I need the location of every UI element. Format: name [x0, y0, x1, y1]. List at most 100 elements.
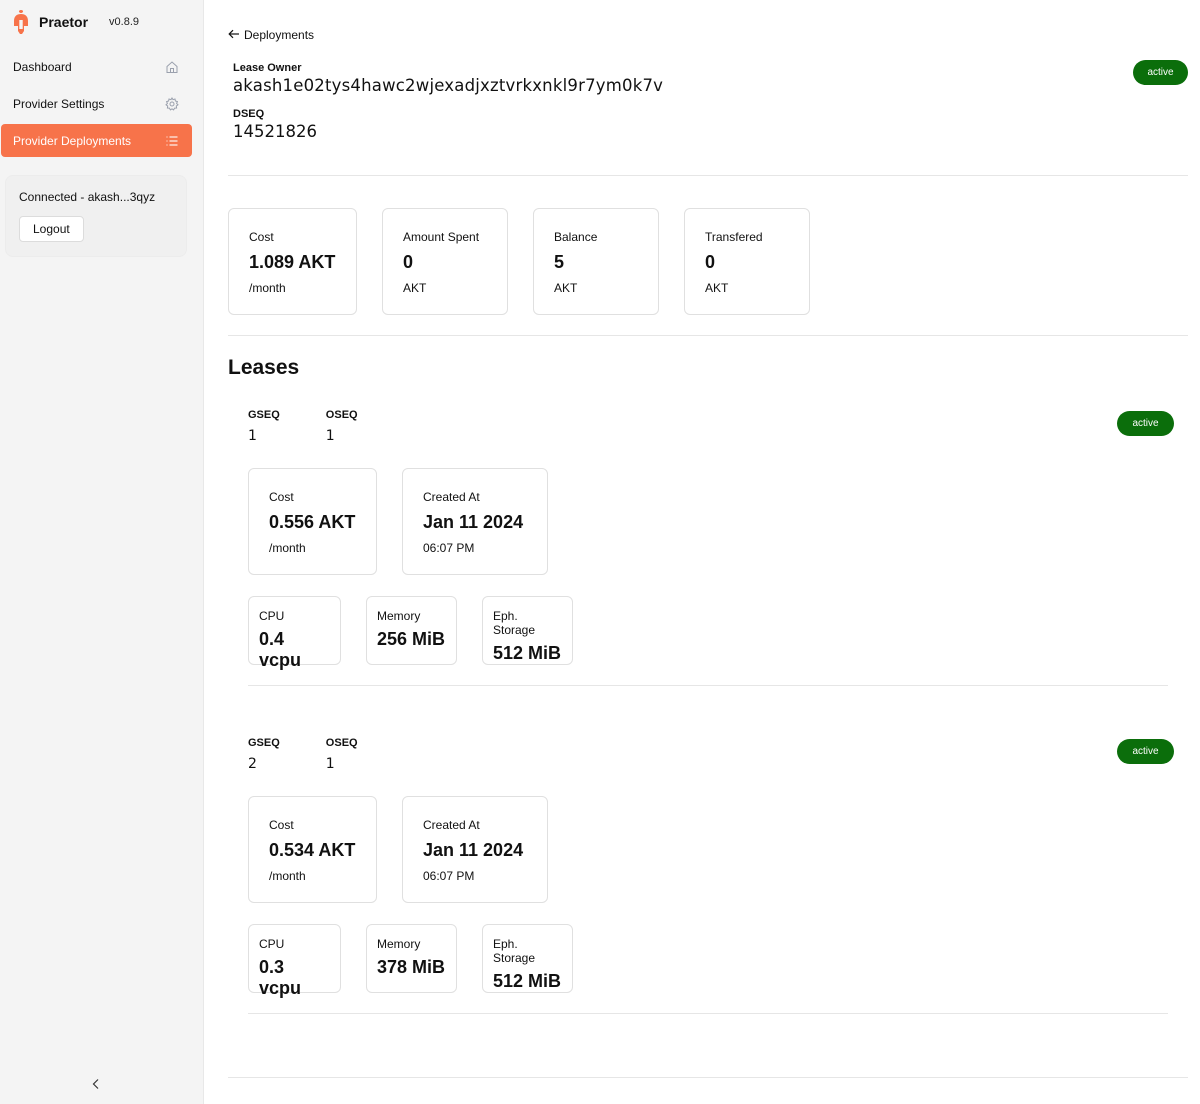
- storage-card: Eph. Storage 512 MiB: [482, 924, 573, 993]
- sidebar-item-label: Provider Settings: [13, 96, 105, 111]
- stat-label: Memory: [377, 609, 421, 623]
- stat-unit: /month: [269, 541, 306, 555]
- sidebar-item-label: Provider Deployments: [13, 133, 132, 148]
- stat-value: 0.3 vcpu: [259, 957, 302, 998]
- logout-button[interactable]: Logout: [19, 216, 84, 242]
- gseq-label: GSEQ: [248, 409, 280, 421]
- back-to-deployments-link[interactable]: Deployments: [228, 28, 314, 42]
- lease-item: GSEQ 2 OSEQ 1 active Cost 0.534 AKT /mon…: [228, 737, 1188, 1014]
- lease-summary-cards: Cost 0.556 AKT /month Created At Jan 11 …: [248, 468, 1188, 575]
- deployment-status-badge: active: [1133, 60, 1188, 85]
- stat-card-amount-spent: Amount Spent 0 AKT: [382, 208, 508, 315]
- stat-value: Jan 11 2024: [423, 840, 524, 860]
- app-name: Praetor: [39, 14, 89, 30]
- sidebar-item-label: Dashboard: [13, 59, 72, 74]
- storage-card: Eph. Storage 512 MiB: [482, 596, 573, 665]
- gseq-block: GSEQ 1: [248, 409, 280, 444]
- lease-owner-label: Lease Owner: [233, 62, 302, 74]
- dseq-label: DSEQ: [233, 108, 265, 120]
- stat-value: 0.4 vcpu: [259, 629, 302, 670]
- connected-status: Connected - akash...3qyz: [19, 190, 156, 204]
- spartan-helmet-logo-icon: [12, 9, 30, 35]
- oseq-label: OSEQ: [325, 737, 358, 749]
- stat-card-cost: Cost 1.089 AKT /month: [228, 208, 357, 315]
- oseq-value: 1: [325, 756, 335, 772]
- stat-label: Cost: [269, 818, 294, 832]
- collapse-sidebar-button[interactable]: [88, 1078, 104, 1094]
- gear-icon: [165, 96, 179, 111]
- lease-summary-cards: Cost 0.534 AKT /month Created At Jan 11 …: [248, 796, 1188, 903]
- divider: [228, 175, 1188, 176]
- back-link-label: Deployments: [244, 28, 315, 42]
- sidebar-item-provider-deployments[interactable]: Provider Deployments: [1, 124, 192, 157]
- divider: [228, 1077, 1188, 1078]
- gseq-block: GSEQ 2: [248, 737, 280, 772]
- lease-owner-value: akash1e02tys4hawc2wjexadjxztvrkxnkl9r7ym…: [233, 76, 664, 95]
- stat-label: Balance: [554, 230, 598, 244]
- stat-label: Transfered: [705, 230, 763, 244]
- stat-label: Amount Spent: [403, 230, 480, 244]
- stat-value: 1.089 AKT: [249, 252, 336, 272]
- divider: [248, 1013, 1168, 1014]
- stat-unit: AKT: [403, 281, 427, 295]
- dseq-value: 14521826: [233, 122, 317, 141]
- deployment-stats: Cost 1.089 AKT /month Amount Spent 0 AKT…: [228, 208, 1188, 315]
- stat-label: Cost: [249, 230, 274, 244]
- gseq-value: 1: [248, 428, 257, 444]
- lease-cost-card: Cost 0.534 AKT /month: [248, 796, 377, 903]
- account-card: Connected - akash...3qyz Logout: [5, 175, 187, 257]
- lease-status-badge: active: [1117, 739, 1174, 764]
- stat-value: 378 MiB: [377, 957, 446, 977]
- deployment-header: Lease Owner akash1e02tys4hawc2wjexadjxzt…: [228, 60, 1188, 175]
- stat-value: 0.534 AKT: [269, 840, 356, 860]
- gseq-value: 2: [248, 756, 257, 772]
- lease-created-card: Created At Jan 11 2024 06:07 PM: [402, 468, 548, 575]
- oseq-block: OSEQ 1: [326, 737, 358, 772]
- stat-label: Eph. Storage: [493, 937, 536, 965]
- arrow-left-icon: [228, 28, 240, 42]
- lease-resource-cards: CPU 0.3 vcpu Memory 378 MiB Eph. Storage…: [248, 924, 1188, 998]
- divider: [228, 335, 1188, 336]
- gseq-label: GSEQ: [248, 737, 280, 749]
- lease-created-card: Created At Jan 11 2024 06:07 PM: [402, 796, 548, 903]
- sidebar-item-dashboard[interactable]: Dashboard: [1, 50, 192, 83]
- home-icon: [165, 60, 179, 74]
- sidebar: Praetor v0.8.9 Dashboard Provider Settin…: [0, 0, 204, 1104]
- lease-resource-cards: CPU 0.4 vcpu Memory 256 MiB Eph. Storage…: [248, 596, 1188, 670]
- app-version: v0.8.9: [109, 16, 139, 28]
- stat-label: Created At: [423, 818, 480, 832]
- sidebar-item-provider-settings[interactable]: Provider Settings: [1, 87, 192, 120]
- stat-card-balance: Balance 5 AKT: [533, 208, 659, 315]
- stat-unit: /month: [249, 281, 286, 295]
- lease-ids: GSEQ 2 OSEQ 1: [248, 737, 1188, 772]
- lease-ids: GSEQ 1 OSEQ 1: [248, 409, 1188, 444]
- stat-unit: AKT: [554, 281, 578, 295]
- app-root: Praetor v0.8.9 Dashboard Provider Settin…: [0, 0, 1200, 1104]
- chevron-left-icon: [91, 1077, 101, 1095]
- stat-label: Eph. Storage: [493, 609, 536, 637]
- stat-value: 5: [554, 252, 565, 272]
- stat-label: CPU: [259, 609, 285, 623]
- stat-card-transfered: Transfered 0 AKT: [684, 208, 810, 315]
- sidebar-nav: Dashboard Provider Settings Provider Dep…: [0, 50, 203, 157]
- oseq-value: 1: [325, 428, 335, 444]
- stat-value: 512 MiB: [493, 971, 562, 991]
- cpu-card: CPU 0.3 vcpu: [248, 924, 341, 998]
- stat-value: Jan 11 2024: [423, 512, 524, 532]
- lease-cost-card: Cost 0.556 AKT /month: [248, 468, 377, 575]
- lease-item: GSEQ 1 OSEQ 1 active Cost 0.556 AKT /mon…: [228, 409, 1188, 686]
- stat-label: Created At: [423, 490, 480, 504]
- lease-status-badge: active: [1117, 411, 1174, 436]
- main-content: Deployments Lease Owner akash1e02tys4haw…: [204, 0, 1200, 1104]
- leases-title: Leases: [228, 356, 300, 379]
- list-icon: [165, 134, 179, 148]
- stat-unit: /month: [269, 869, 306, 883]
- oseq-block: OSEQ 1: [326, 409, 358, 444]
- stat-unit: 06:07 PM: [423, 541, 475, 555]
- stat-unit: AKT: [705, 281, 729, 295]
- memory-card: Memory 378 MiB: [366, 924, 457, 993]
- cpu-card: CPU 0.4 vcpu: [248, 596, 341, 670]
- divider: [248, 685, 1168, 686]
- oseq-label: OSEQ: [325, 409, 358, 421]
- brand[interactable]: Praetor v0.8.9: [0, 0, 203, 44]
